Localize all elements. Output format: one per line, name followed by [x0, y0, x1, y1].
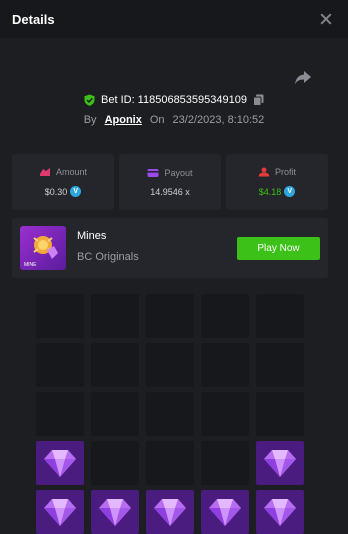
shield-icon	[84, 94, 95, 106]
amount-label: Amount	[55, 167, 88, 177]
profit-label: Profit	[274, 167, 296, 177]
board-tile-gem	[256, 441, 304, 485]
mines-logo-icon: MINE	[24, 236, 58, 268]
board-tile-gem	[146, 490, 194, 534]
gem-icon	[264, 450, 296, 477]
amount-value: $0.30	[44, 186, 68, 197]
board-tile-gem	[36, 441, 84, 485]
board-tile-gem	[36, 490, 84, 534]
play-now-button[interactable]: Play Now	[237, 237, 320, 260]
payout-stat: Payout 14.9546 x	[119, 154, 221, 210]
share-icon[interactable]	[294, 70, 312, 86]
amount-icon	[39, 168, 50, 176]
board-tile-hidden	[201, 392, 249, 436]
game-card: MINE Mines BC Originals Play Now	[12, 218, 328, 278]
copy-icon[interactable]	[252, 94, 264, 106]
coin-icon: V	[70, 186, 82, 197]
board-tile-hidden	[256, 392, 304, 436]
mines-board	[36, 294, 304, 534]
payout-label: Payout	[164, 167, 193, 178]
profit-icon	[258, 167, 270, 177]
payout-label-group: Payout	[147, 167, 193, 178]
bet-id-row: Bet ID: 118506853595349109	[0, 92, 348, 108]
board-tile-hidden	[36, 343, 84, 387]
game-name: Mines	[77, 230, 107, 242]
close-icon[interactable]	[318, 11, 334, 27]
board-tile-hidden	[36, 294, 84, 338]
profit-stat: Profit $4.18 V	[226, 154, 328, 210]
gem-icon	[154, 499, 186, 526]
board-tile-hidden	[146, 294, 194, 338]
board-tile-hidden	[91, 343, 139, 387]
gem-icon	[99, 499, 131, 526]
board-tile-hidden	[36, 392, 84, 436]
profit-label-group: Profit	[258, 167, 296, 177]
payout-icon	[147, 168, 159, 177]
gem-icon	[44, 450, 76, 477]
board-tile-hidden	[91, 294, 139, 338]
coin-icon: V	[284, 186, 296, 197]
by-label: By	[83, 114, 97, 126]
game-provider: BC Originals	[77, 251, 139, 263]
bet-id: Bet ID: 118506853595349109	[101, 94, 247, 106]
gem-icon	[44, 499, 76, 526]
board-tile-hidden	[146, 441, 194, 485]
board-tile-hidden	[91, 441, 139, 485]
dialog-title: Details	[12, 11, 55, 27]
board-tile-gem	[201, 490, 249, 534]
bet-date: 23/2/2023, 8:10:52	[172, 114, 265, 126]
board-tile-hidden	[146, 392, 194, 436]
board-tile-gem	[91, 490, 139, 534]
amount-value-group: $0.30 V	[45, 186, 82, 197]
on-label: On	[149, 114, 165, 126]
profit-value-group: $4.18 V	[259, 186, 296, 197]
board-tile-gem	[256, 490, 304, 534]
board-tile-hidden	[201, 441, 249, 485]
board-tile-hidden	[201, 294, 249, 338]
gem-icon	[264, 499, 296, 526]
board-tile-hidden	[146, 343, 194, 387]
player-name-link[interactable]: Aponix	[105, 114, 142, 126]
board-tile-hidden	[201, 343, 249, 387]
payout-value: 14.9546 x	[150, 186, 190, 197]
gem-icon	[209, 499, 241, 526]
board-tile-hidden	[256, 343, 304, 387]
details-header: Details	[0, 0, 348, 38]
mines-thumb-label: MINE	[24, 262, 37, 268]
amount-stat: Amount $0.30 V	[12, 154, 114, 210]
board-tile-hidden	[91, 392, 139, 436]
bet-meta-row: By Aponix On 23/2/2023, 8:10:52	[0, 112, 348, 128]
profit-value: $4.18	[258, 186, 282, 197]
board-tile-hidden	[256, 294, 304, 338]
mines-game-thumbnail[interactable]: MINE	[20, 226, 66, 270]
amount-label-group: Amount	[39, 167, 87, 177]
bet-stats: Amount $0.30 V Payout 14.9546 x Profit $…	[12, 154, 328, 210]
